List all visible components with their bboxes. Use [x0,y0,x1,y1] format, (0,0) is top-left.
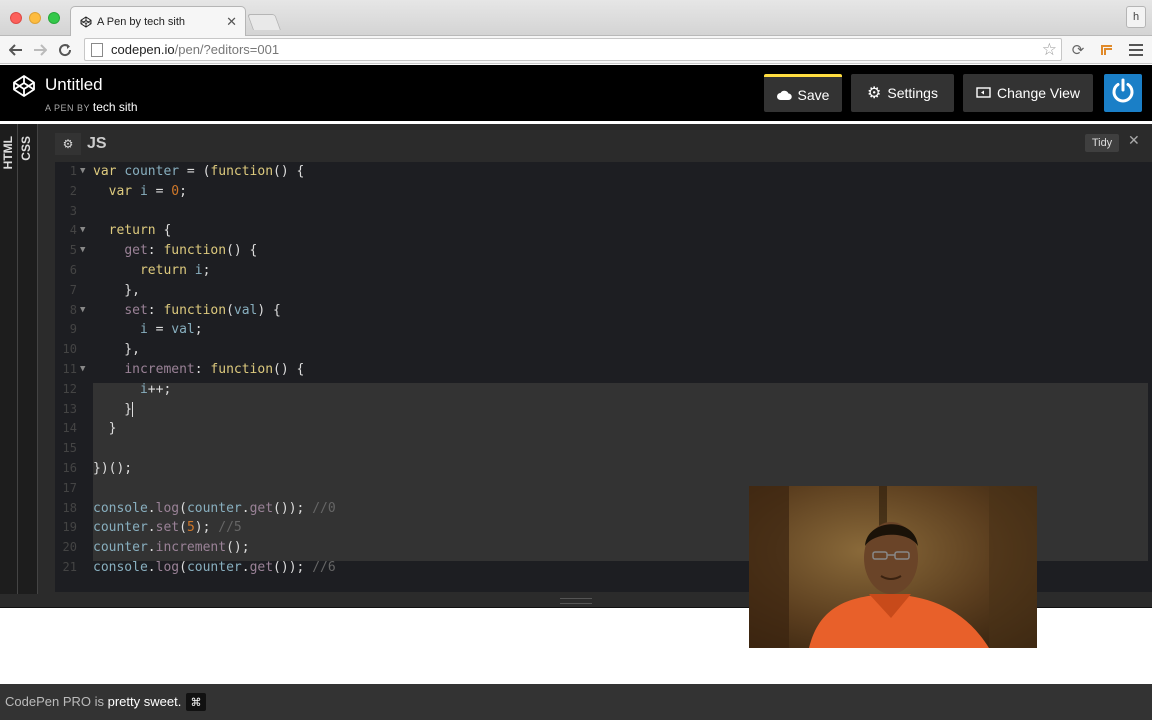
change-view-button[interactable]: Change View [963,74,1093,112]
close-editor-icon[interactable]: ✕ [1128,132,1140,149]
back-arrow-icon[interactable] [5,39,27,61]
new-tab-button[interactable] [247,14,281,30]
footer-promo[interactable]: CodePen PRO is pretty sweet. [5,694,181,709]
minimize-window-button[interactable] [29,12,41,24]
extension-sync-icon[interactable]: ⟳ [1068,40,1088,60]
url-text: codepen.io/pen/?editors=001 [111,42,280,57]
user-avatar-button[interactable] [1104,74,1142,112]
tab-close-icon[interactable]: ✕ [226,14,237,30]
browser-toolbar: codepen.io/pen/?editors=001 ☆ ⟳ [0,36,1152,64]
forward-arrow-icon[interactable] [29,39,51,61]
css-editor-tab[interactable]: CSS [19,136,33,161]
maximize-window-button[interactable] [48,12,60,24]
codepen-logo-icon[interactable] [12,74,36,98]
tidy-button[interactable]: Tidy [1085,134,1119,152]
gear-icon: ⚙ [867,85,882,102]
save-button[interactable]: Save [764,74,842,112]
codepen-header: Untitled A PEN BY tech sith Save ⚙ Setti… [0,65,1152,121]
collapsed-editors: HTML CSS [0,124,38,594]
menu-hamburger-icon[interactable] [1126,40,1146,60]
browser-tab-bar: A Pen by tech sith ✕ h [0,0,1152,36]
codepen-favicon-icon [79,15,93,29]
browser-tab[interactable]: A Pen by tech sith ✕ [70,6,246,36]
pen-title[interactable]: Untitled [45,75,103,95]
profile-button[interactable]: h [1126,6,1146,28]
page-icon [91,42,103,57]
pen-byline: A PEN BY tech sith [45,100,138,114]
settings-button[interactable]: ⚙ Settings [851,74,954,112]
address-bar[interactable]: codepen.io/pen/?editors=001 ☆ [84,38,1062,61]
extension-icon[interactable] [1097,40,1117,60]
html-editor-tab[interactable]: HTML [1,136,15,169]
cloud-icon [776,87,792,103]
tab-title: A Pen by tech sith [97,15,186,28]
resize-handle-icon[interactable] [560,598,592,604]
js-editor-label: JS [87,135,107,152]
reload-icon[interactable] [54,39,76,61]
close-window-button[interactable] [10,12,22,24]
power-icon [1109,77,1137,110]
keyboard-shortcut-icon[interactable]: ⌘ [186,693,206,711]
layout-icon [976,85,991,101]
footer-bar: CodePen PRO is pretty sweet. ⌘ [0,684,1152,720]
js-editor-header: ⚙ JS Tidy ✕ [55,132,1152,156]
webcam-video [749,486,1037,648]
author-link[interactable]: tech sith [93,100,138,114]
js-settings-gear-icon[interactable]: ⚙ [55,133,81,155]
bookmark-star-icon[interactable]: ☆ [1042,40,1057,60]
